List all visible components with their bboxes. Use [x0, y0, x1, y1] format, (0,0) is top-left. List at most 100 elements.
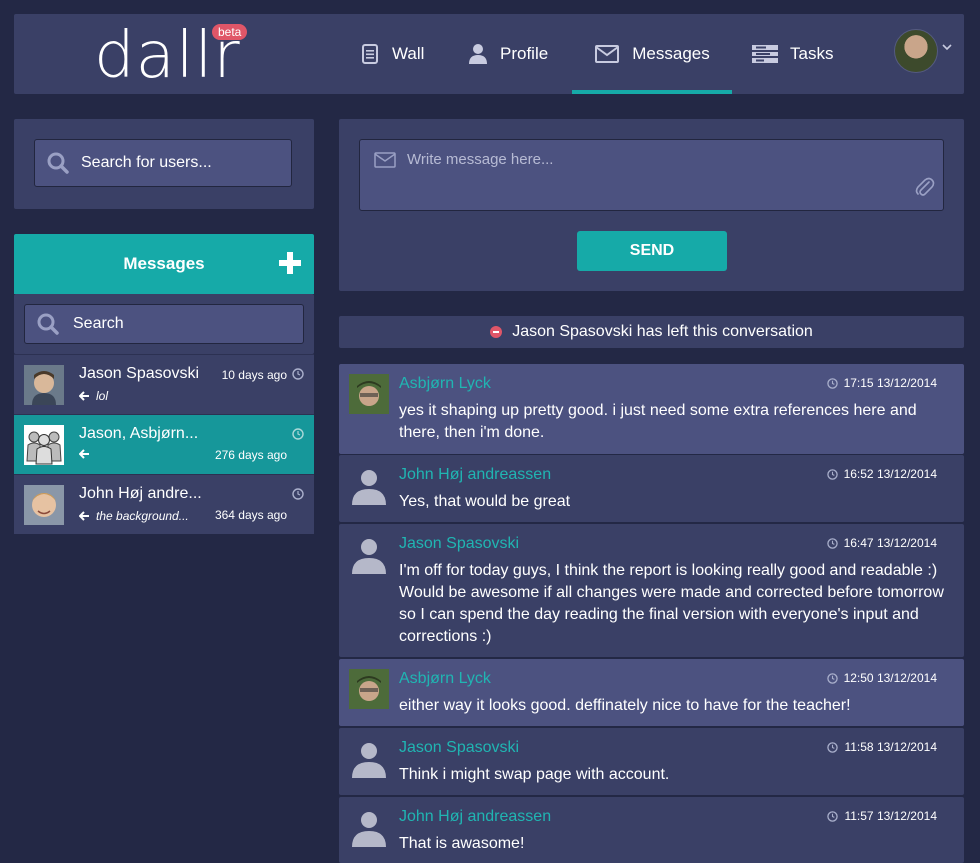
clock-icon	[292, 488, 304, 500]
user-search-placeholder: Search for users...	[81, 154, 212, 171]
message-input-placeholder: Write message here...	[407, 151, 554, 168]
nav-profile[interactable]: Profile	[468, 14, 568, 94]
arrow-left-icon	[79, 511, 89, 521]
message-author[interactable]: John Høj andreassen	[399, 808, 551, 826]
message-time: 17:15 13/12/2014	[843, 376, 937, 390]
message-timestamp: 11:58 13/12/2014	[827, 740, 937, 754]
group-avatar-icon	[24, 425, 64, 465]
message-time: 12:50 13/12/2014	[843, 671, 937, 685]
messages-header: Messages	[14, 234, 314, 294]
message-timestamp: 12:50 13/12/2014	[826, 671, 937, 685]
conversation-time: 364 days ago	[214, 508, 287, 522]
tasks-icon	[752, 44, 778, 64]
conversation-preview: the background...	[79, 509, 189, 523]
paperclip-icon[interactable]	[913, 176, 935, 198]
conversation-item[interactable]: John Høj andre... 364 days ago the backg…	[14, 474, 314, 534]
default-avatar-icon	[352, 539, 386, 574]
message-time: 11:57 13/12/2014	[844, 809, 937, 823]
message-author[interactable]: Asbjørn Lyck	[399, 670, 491, 688]
message-timestamp: 11:57 13/12/2014	[827, 809, 937, 823]
beta-badge: beta	[212, 24, 248, 40]
nav-tasks[interactable]: Tasks	[752, 14, 852, 94]
message-item: Jason Spasovski 16:47 13/12/2014 I'm off…	[339, 524, 964, 657]
message-body: I'm off for today guys, I think the repo…	[399, 562, 944, 645]
nav-tasks-label: Tasks	[790, 44, 834, 63]
nav-profile-label: Profile	[500, 44, 549, 63]
avatar	[24, 365, 64, 405]
default-avatar-icon	[352, 470, 386, 505]
message-body: Yes, that would be great	[399, 493, 571, 510]
conversation-time: 276 days ago	[214, 448, 287, 462]
message-time: 11:58 13/12/2014	[844, 740, 937, 754]
conversation-search-input[interactable]: Search	[24, 304, 304, 344]
conversation-preview-text: lol	[96, 389, 109, 403]
message-body: Think i might swap page with account.	[399, 766, 670, 783]
conversation-preview: lol	[79, 389, 108, 403]
conversation-item[interactable]: Jason, Asbjørn... 276 days ago	[14, 414, 314, 474]
clock-icon	[826, 377, 838, 389]
conversation-preview-text: the background...	[96, 509, 189, 523]
person-icon	[468, 44, 488, 64]
message-author[interactable]: Jason Spasovski	[399, 535, 519, 553]
message-item: Jason Spasovski 11:58 13/12/2014 Think i…	[339, 728, 964, 795]
clock-icon	[292, 368, 304, 380]
message-item: John Høj andreassen 16:52 13/12/2014 Yes…	[339, 455, 964, 522]
avatar	[349, 374, 389, 414]
message-timestamp: 17:15 13/12/2014	[826, 376, 937, 390]
arrow-left-icon	[79, 391, 89, 401]
message-author[interactable]: John Høj andreassen	[399, 466, 551, 484]
avatar	[349, 669, 389, 709]
conversation-name: Jason Spasovski	[79, 365, 200, 382]
message-time: 16:47 13/12/2014	[843, 536, 937, 550]
conversation-preview	[79, 449, 96, 459]
message-body: That is awasome!	[399, 835, 525, 852]
top-navigation-bar: dallr beta Wall Profile Messages Tasks	[14, 14, 964, 94]
message-time: 16:52 13/12/2014	[843, 467, 937, 481]
message-item: John Høj andreassen 11:57 13/12/2014 Tha…	[339, 797, 964, 863]
nav-messages-label: Messages	[632, 44, 710, 63]
clock-icon	[827, 741, 839, 753]
user-search-input[interactable]: Search for users...	[34, 139, 292, 187]
conversation-time: 10 days ago	[221, 368, 287, 382]
message-input[interactable]: Write message here...	[359, 139, 944, 211]
arrow-left-icon	[79, 449, 89, 459]
user-search-panel: Search for users...	[14, 119, 314, 209]
message-body: either way it looks good. deffinately ni…	[399, 697, 851, 714]
chevron-down-icon[interactable]	[942, 42, 952, 52]
user-avatar[interactable]	[894, 29, 938, 73]
nav-messages[interactable]: Messages	[572, 14, 732, 94]
clock-icon	[827, 810, 839, 822]
conversation-name: Jason, Asbjørn...	[79, 425, 199, 442]
clock-icon	[826, 672, 838, 684]
message-timestamp: 16:47 13/12/2014	[826, 536, 937, 550]
message-item: Asbjørn Lyck 17:15 13/12/2014 yes it sha…	[339, 364, 964, 454]
message-author[interactable]: Asbjørn Lyck	[399, 375, 491, 393]
clock-icon	[826, 537, 838, 549]
notice-text: Jason Spasovski has left this conversati…	[512, 323, 813, 340]
conversation-name: John Høj andre...	[79, 485, 202, 502]
search-icon	[37, 313, 59, 335]
plus-icon[interactable]	[279, 252, 301, 274]
default-avatar-icon	[352, 812, 386, 847]
left-conversation-notice: Jason Spasovski has left this conversati…	[339, 316, 964, 348]
envelope-icon	[594, 44, 620, 64]
search-icon	[47, 152, 69, 174]
nav-wall-label: Wall	[392, 44, 425, 63]
default-avatar-icon	[352, 743, 386, 778]
message-item: Asbjørn Lyck 12:50 13/12/2014 either way…	[339, 659, 964, 726]
avatar	[24, 485, 64, 525]
conversation-search-placeholder: Search	[73, 315, 124, 332]
clock-icon	[826, 468, 838, 480]
minus-circle-icon	[490, 326, 503, 338]
document-icon	[360, 44, 380, 64]
compose-panel: Write message here... SEND	[339, 119, 964, 291]
nav-wall[interactable]: Wall	[360, 14, 450, 94]
conversation-item[interactable]: Jason Spasovski 10 days ago lol	[14, 354, 314, 414]
messages-title: Messages	[123, 254, 205, 273]
message-timestamp: 16:52 13/12/2014	[826, 467, 937, 481]
send-button[interactable]: SEND	[577, 231, 727, 271]
message-body: yes it shaping up pretty good. i just ne…	[399, 402, 917, 441]
message-author[interactable]: Jason Spasovski	[399, 739, 519, 757]
clock-icon	[292, 428, 304, 440]
envelope-icon	[374, 152, 396, 168]
